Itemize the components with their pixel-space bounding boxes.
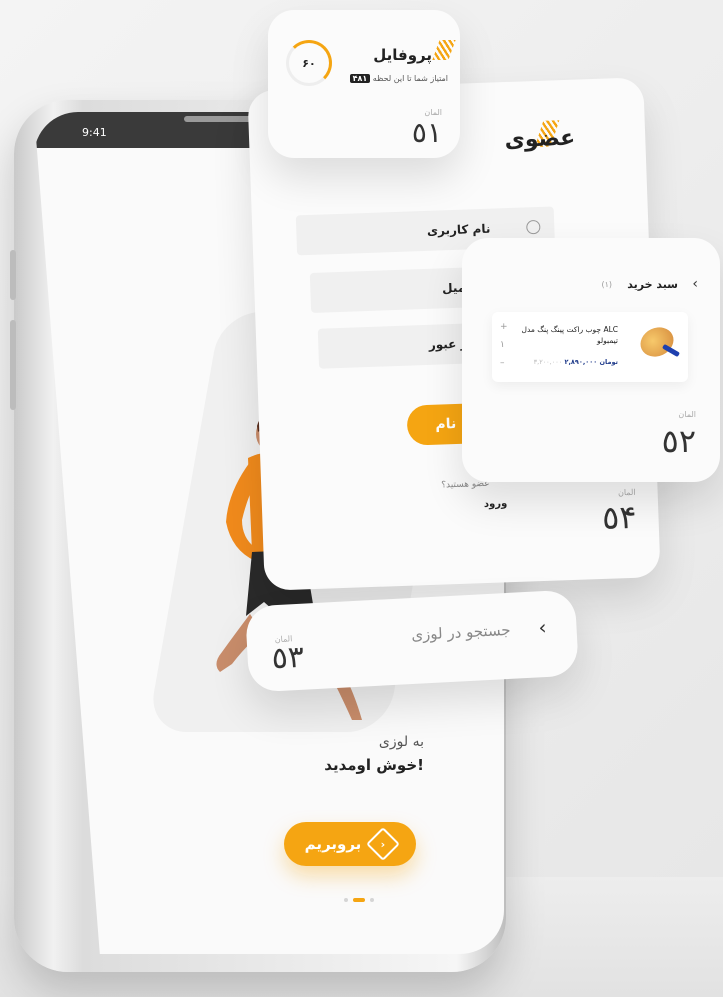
score-ring: ۶۰ xyxy=(286,40,332,86)
status-time: 9:41 xyxy=(82,126,107,139)
score-value: ۶۰ xyxy=(302,56,316,70)
diamond-arrow-icon: › xyxy=(366,827,401,861)
username-placeholder: نام کاربری xyxy=(426,221,491,238)
welcome-line1: به لوزی xyxy=(378,734,424,750)
welcome-text: به لوزی خوش اومدید! xyxy=(244,734,424,774)
search-input[interactable]: جستجو در لوزی xyxy=(411,621,511,644)
item-price: ۳,۲۰۰,۰۰۰ ۲,۸۹۰,۰۰۰ تومان xyxy=(531,358,618,366)
plus-icon[interactable]: + xyxy=(500,322,508,332)
user-icon xyxy=(526,219,541,235)
step-number: ٥۲ xyxy=(661,422,696,460)
profile-subtitle-text: امتیاز شما تا این لحظه xyxy=(372,74,448,83)
step-label: المان xyxy=(617,487,636,498)
profile-subtitle: امتیاز شما تا این لحظه ۴۸۱ xyxy=(347,74,448,83)
step-label: المان xyxy=(678,410,696,419)
step-number: ٥١ xyxy=(411,116,442,149)
profile-badge: ۴۸۱ xyxy=(349,74,371,83)
lets-go-button[interactable]: بروبریم › xyxy=(284,822,416,866)
volume-button xyxy=(10,250,16,300)
lets-go-label: بروبریم xyxy=(304,835,362,853)
page-dot-active xyxy=(353,898,365,902)
cart-item: + ۱ – چوب راکت پینگ پنگ مدل ALC تیمبولو … xyxy=(492,312,688,382)
step-number: ٥۴ xyxy=(601,497,638,537)
back-chevron-icon[interactable]: ‹ xyxy=(692,276,698,292)
login-link[interactable]: ورود xyxy=(484,498,508,510)
cart-card: ‹ سبد خرید (۱) + ۱ – چوب راکت پینگ پنگ م… xyxy=(462,238,720,482)
notch xyxy=(184,116,254,122)
minus-icon[interactable]: – xyxy=(500,358,508,368)
quantity-stepper[interactable]: + ۱ – xyxy=(500,322,508,368)
welcome-line2: خوش اومدید! xyxy=(324,756,424,774)
item-price-value: ۲,۸۹۰,۰۰۰ تومان xyxy=(564,358,618,366)
cart-title: سبد خرید xyxy=(627,278,678,291)
racket-image xyxy=(635,322,679,362)
step-number: ٥۳ xyxy=(270,639,305,677)
page-indicator xyxy=(344,898,374,902)
page-dot xyxy=(344,898,348,902)
profile-card: پروفایل امتیاز شما تا این لحظه ۴۸۱ ۶۰ ال… xyxy=(268,10,460,158)
item-name: چوب راکت پینگ پنگ مدل ALC تیمبولو xyxy=(521,325,618,345)
register-title: عضوی xyxy=(504,125,576,154)
item-old-price: ۳,۲۰۰,۰۰۰ xyxy=(533,358,563,366)
power-button xyxy=(10,320,16,410)
search-card[interactable]: ‹ جستجو در لوزی المان ٥۳ xyxy=(244,589,580,693)
profile-title: پروفایل xyxy=(373,46,432,64)
quantity-value: ۱ xyxy=(500,340,505,350)
brand-logo-icon xyxy=(432,40,456,60)
page-dot xyxy=(370,898,374,902)
cart-count: (۱) xyxy=(601,280,612,289)
search-chevron-icon[interactable]: ‹ xyxy=(538,615,547,639)
